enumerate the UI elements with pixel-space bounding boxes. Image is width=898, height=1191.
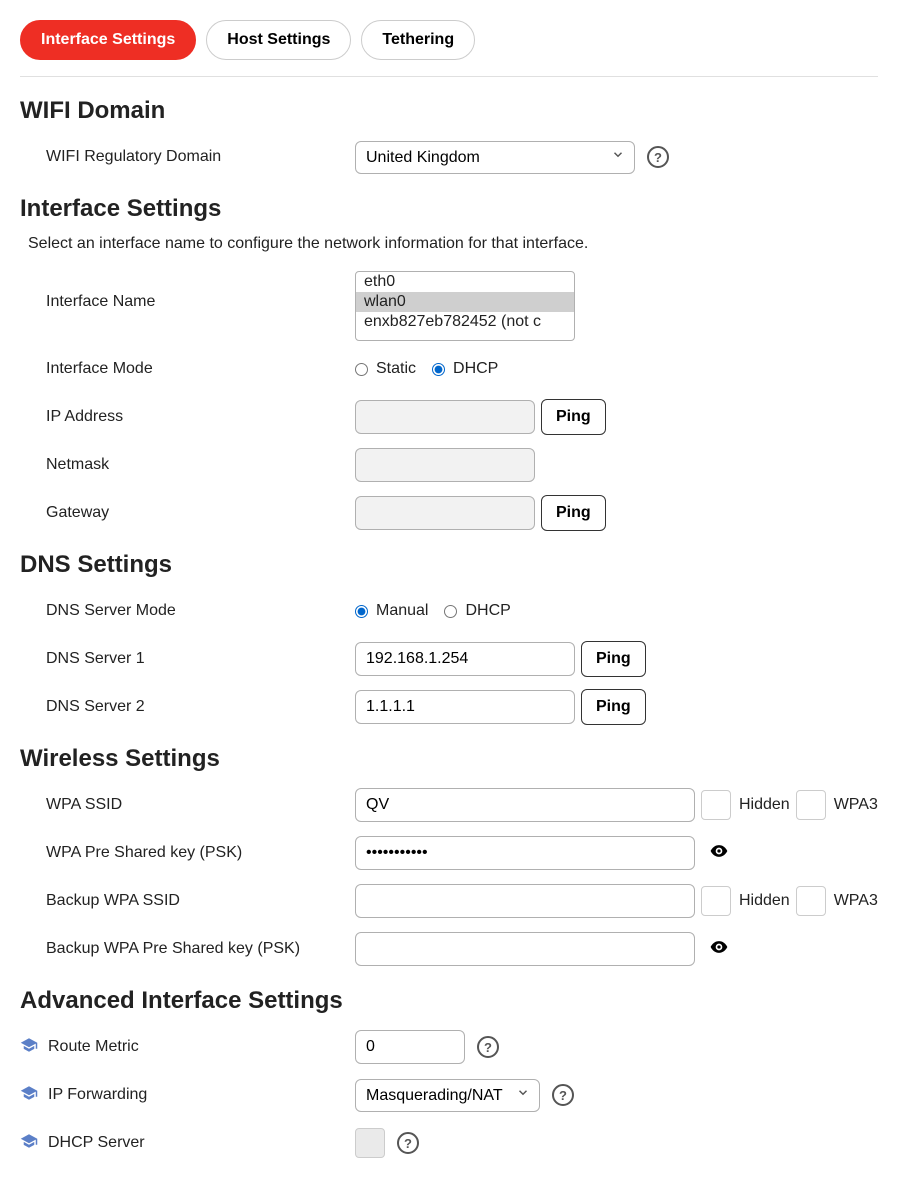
- label-dhcp-server: DHCP Server: [48, 1134, 145, 1152]
- label-backup-psk: Backup WPA Pre Shared key (PSK): [20, 940, 355, 958]
- radio-static[interactable]: [355, 363, 368, 376]
- input-netmask: [355, 448, 535, 482]
- tab-host-settings[interactable]: Host Settings: [206, 20, 351, 60]
- ping-gateway-button[interactable]: Ping: [541, 495, 606, 531]
- ping-dns2-button[interactable]: Ping: [581, 689, 646, 725]
- help-icon[interactable]: ?: [552, 1084, 574, 1106]
- interface-option-eth0[interactable]: eth0: [356, 272, 574, 292]
- tab-tethering[interactable]: Tethering: [361, 20, 475, 60]
- graduation-cap-icon: [20, 1036, 40, 1059]
- label-wpa-ssid: WPA SSID: [20, 796, 355, 814]
- checkbox-dhcp-server[interactable]: [355, 1128, 385, 1158]
- tabs-bar: Interface Settings Host Settings Tetheri…: [20, 20, 878, 77]
- label-interface-name: Interface Name: [20, 271, 355, 311]
- label-ip-address: IP Address: [20, 408, 355, 426]
- label-regulatory-domain: WIFI Regulatory Domain: [20, 148, 355, 166]
- label-route-metric: Route Metric: [48, 1038, 139, 1056]
- radio-dns-dhcp[interactable]: [444, 605, 457, 618]
- label-backup-hidden: Hidden: [739, 892, 790, 910]
- interface-option-enx[interactable]: enxb827eb782452 (not c: [356, 312, 574, 332]
- input-wpa-psk[interactable]: [355, 836, 695, 870]
- label-ip-forwarding: IP Forwarding: [48, 1086, 147, 1104]
- input-backup-psk[interactable]: [355, 932, 695, 966]
- select-regulatory-domain[interactable]: United Kingdom: [355, 141, 635, 174]
- radio-label-static: Static: [376, 360, 416, 378]
- label-wpa-psk: WPA Pre Shared key (PSK): [20, 844, 355, 862]
- label-dns2: DNS Server 2: [20, 698, 355, 716]
- eye-icon[interactable]: [709, 841, 729, 866]
- radio-dhcp[interactable]: [432, 363, 445, 376]
- input-wpa-ssid[interactable]: [355, 788, 695, 822]
- heading-wifi-domain: WIFI Domain: [20, 97, 878, 125]
- input-gateway: [355, 496, 535, 530]
- radio-label-dns-manual: Manual: [376, 602, 428, 620]
- label-hidden: Hidden: [739, 796, 790, 814]
- heading-interface-settings: Interface Settings: [20, 195, 878, 223]
- input-backup-ssid[interactable]: [355, 884, 695, 918]
- input-ip-address: [355, 400, 535, 434]
- label-backup-ssid: Backup WPA SSID: [20, 892, 355, 910]
- listbox-interface-name[interactable]: eth0 wlan0 enxb827eb782452 (not c: [355, 271, 575, 341]
- tab-interface-settings[interactable]: Interface Settings: [20, 20, 196, 60]
- ping-dns1-button[interactable]: Ping: [581, 641, 646, 677]
- help-icon[interactable]: ?: [397, 1132, 419, 1154]
- input-route-metric[interactable]: [355, 1030, 465, 1064]
- select-ip-forwarding[interactable]: Masquerading/NAT: [355, 1079, 540, 1112]
- ping-ip-button[interactable]: Ping: [541, 399, 606, 435]
- input-dns2[interactable]: [355, 690, 575, 724]
- checkbox-backup-hidden[interactable]: [701, 886, 731, 916]
- label-netmask: Netmask: [20, 456, 355, 474]
- label-interface-mode: Interface Mode: [20, 360, 355, 378]
- label-gateway: Gateway: [20, 504, 355, 522]
- interface-option-wlan0[interactable]: wlan0: [356, 292, 574, 312]
- label-wpa3: WPA3: [834, 796, 878, 814]
- checkbox-backup-wpa3[interactable]: [796, 886, 826, 916]
- radio-label-dhcp: DHCP: [453, 360, 498, 378]
- radio-label-dns-dhcp: DHCP: [465, 602, 510, 620]
- desc-interface-settings: Select an interface name to configure th…: [28, 235, 878, 253]
- label-backup-wpa3: WPA3: [834, 892, 878, 910]
- help-icon[interactable]: ?: [477, 1036, 499, 1058]
- heading-dns-settings: DNS Settings: [20, 551, 878, 579]
- graduation-cap-icon: [20, 1132, 40, 1155]
- checkbox-wpa3[interactable]: [796, 790, 826, 820]
- graduation-cap-icon: [20, 1084, 40, 1107]
- eye-icon[interactable]: [709, 937, 729, 962]
- label-dns1: DNS Server 1: [20, 650, 355, 668]
- input-dns1[interactable]: [355, 642, 575, 676]
- help-icon[interactable]: ?: [647, 146, 669, 168]
- heading-wireless-settings: Wireless Settings: [20, 745, 878, 773]
- radio-dns-manual[interactable]: [355, 605, 368, 618]
- checkbox-hidden[interactable]: [701, 790, 731, 820]
- heading-advanced-settings: Advanced Interface Settings: [20, 987, 878, 1015]
- label-dns-mode: DNS Server Mode: [20, 602, 355, 620]
